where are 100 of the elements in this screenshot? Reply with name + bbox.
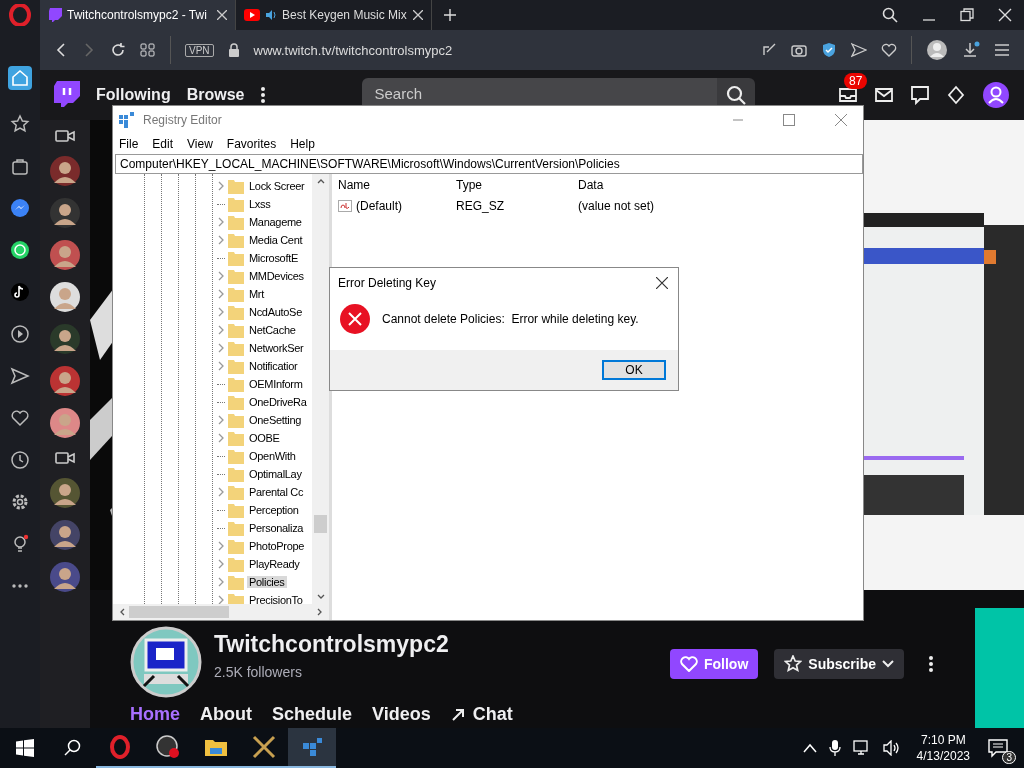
tree-item[interactable]: PlayReady [247, 558, 302, 570]
new-tab-icon[interactable] [444, 9, 456, 21]
channel-tab[interactable]: Home [130, 704, 180, 725]
tree-item[interactable]: NcdAutoSe [247, 306, 304, 318]
network-icon[interactable] [852, 740, 871, 756]
avatar[interactable] [50, 562, 80, 592]
avatar[interactable] [50, 366, 80, 396]
tree-item[interactable]: OptimalLay [247, 468, 304, 480]
messenger-icon[interactable] [10, 198, 30, 218]
tree-item[interactable]: Personaliza [247, 522, 306, 534]
scroll-up-icon[interactable] [316, 178, 325, 184]
tree-item[interactable]: Media Cent [247, 234, 305, 246]
tree-item[interactable]: Policies [247, 576, 287, 588]
more-icon[interactable] [928, 655, 934, 673]
camera-icon[interactable] [791, 42, 807, 58]
tree-item[interactable]: Lxss [247, 198, 273, 210]
channel-tab[interactable]: Schedule [272, 704, 353, 725]
search-icon[interactable] [64, 739, 82, 757]
twitch-logo[interactable] [54, 81, 80, 109]
video-icon[interactable] [55, 128, 75, 144]
tree-item[interactable]: Parental Cc [247, 486, 306, 498]
scroll-down-icon[interactable] [316, 594, 325, 600]
tree-item[interactable]: OneSetting [247, 414, 304, 426]
user-icon[interactable] [982, 81, 1010, 109]
address-field[interactable]: www.twitch.tv/twitchcontrolsmypc2 [253, 42, 453, 58]
nav-link[interactable]: Following [96, 86, 171, 104]
heart-icon[interactable] [10, 408, 30, 428]
tree-item[interactable]: MMDevices [247, 270, 306, 282]
send-icon[interactable] [10, 366, 30, 386]
download-icon[interactable] [962, 41, 980, 59]
mail-icon[interactable] [874, 85, 894, 105]
path-field[interactable]: Computer\HKEY_LOCAL_MACHINE\SOFTWARE\Microsoft\Windows\CurrentVersion\Policies [115, 154, 863, 174]
clock-date[interactable]: 4/13/2023 [916, 749, 970, 763]
avatar[interactable] [50, 198, 80, 228]
tree-item[interactable]: Perception [247, 504, 301, 516]
microphone-icon[interactable] [828, 739, 841, 757]
search-button[interactable] [717, 78, 756, 105]
horizontal-scrollbar[interactable] [113, 604, 329, 620]
tree-item[interactable]: OneDriveRa [247, 396, 309, 408]
heart-icon[interactable] [881, 42, 897, 58]
avatar[interactable] [50, 478, 80, 508]
vertical-scrollbar[interactable] [312, 174, 329, 604]
tree-item[interactable]: PhotoPrope [247, 540, 307, 552]
vpn-badge[interactable]: VPN [185, 43, 214, 57]
whatsapp-icon[interactable] [10, 240, 30, 260]
opera-logo[interactable] [9, 4, 31, 26]
channel-tab[interactable]: Videos [372, 704, 431, 725]
gear-icon[interactable] [10, 492, 30, 512]
more-icon[interactable] [260, 86, 267, 104]
menu-item[interactable]: Help [290, 137, 315, 151]
tree-item[interactable]: Lock Screer [247, 180, 307, 192]
avatar[interactable] [50, 282, 80, 312]
tiktok-icon[interactable] [10, 282, 30, 302]
channel-avatar[interactable] [130, 626, 202, 698]
avatar[interactable] [50, 240, 80, 270]
edit-icon[interactable] [761, 42, 777, 58]
profile-icon[interactable] [926, 39, 948, 61]
close-icon[interactable] [656, 277, 668, 289]
tree-item[interactable]: NetCache [247, 324, 298, 336]
ok-button[interactable]: OK [602, 360, 666, 380]
volume-icon[interactable] [882, 740, 901, 756]
shield-icon[interactable] [821, 42, 837, 58]
chevron-up-icon[interactable] [802, 743, 817, 753]
tree-item[interactable]: OEMInform [247, 378, 305, 390]
tree-item[interactable]: OOBE [247, 432, 282, 444]
tree-item[interactable]: Manageme [247, 216, 304, 228]
maximize-icon[interactable] [783, 114, 795, 126]
tree-item[interactable]: Notificatior [247, 360, 300, 372]
tree-item[interactable]: OpenWith [247, 450, 298, 462]
channel-tab[interactable]: About [200, 704, 252, 725]
nav-link[interactable]: Browse [186, 86, 245, 104]
search-field[interactable]: Search [362, 78, 718, 105]
scroll-right-icon[interactable] [317, 608, 323, 616]
menu-item[interactable]: Favorites [226, 137, 277, 151]
scroll-left-icon[interactable] [119, 608, 125, 616]
settings-icon[interactable] [994, 42, 1010, 58]
avatar[interactable] [50, 408, 80, 438]
value-name[interactable]: (Default) [356, 199, 402, 213]
avatar[interactable] [50, 156, 80, 186]
search-icon[interactable] [882, 7, 898, 23]
video-icon[interactable] [55, 450, 75, 466]
back-icon[interactable] [54, 43, 68, 57]
restore-icon[interactable] [960, 8, 974, 22]
tree-item[interactable]: NetworkSer [247, 342, 306, 354]
menu-item[interactable]: Edit [152, 137, 174, 151]
notification-icon[interactable] [988, 738, 1008, 758]
clock-icon[interactable] [10, 450, 30, 470]
channel-tab[interactable]: Chat [450, 704, 513, 725]
column-header[interactable]: Data [578, 178, 604, 192]
column-header[interactable]: Type [456, 178, 578, 192]
subscribe-button[interactable]: Subscribe [774, 649, 904, 679]
start-icon[interactable] [16, 739, 34, 757]
grid-icon[interactable] [140, 42, 156, 58]
diamond-icon[interactable] [946, 85, 966, 105]
inbox-icon[interactable] [838, 85, 858, 105]
avatar[interactable] [50, 520, 80, 550]
menu-item[interactable]: File [119, 137, 139, 151]
tree-item[interactable]: MicrosoftE [247, 252, 300, 264]
tree-item[interactable]: Mrt [247, 288, 266, 300]
bag-icon[interactable] [10, 156, 30, 176]
